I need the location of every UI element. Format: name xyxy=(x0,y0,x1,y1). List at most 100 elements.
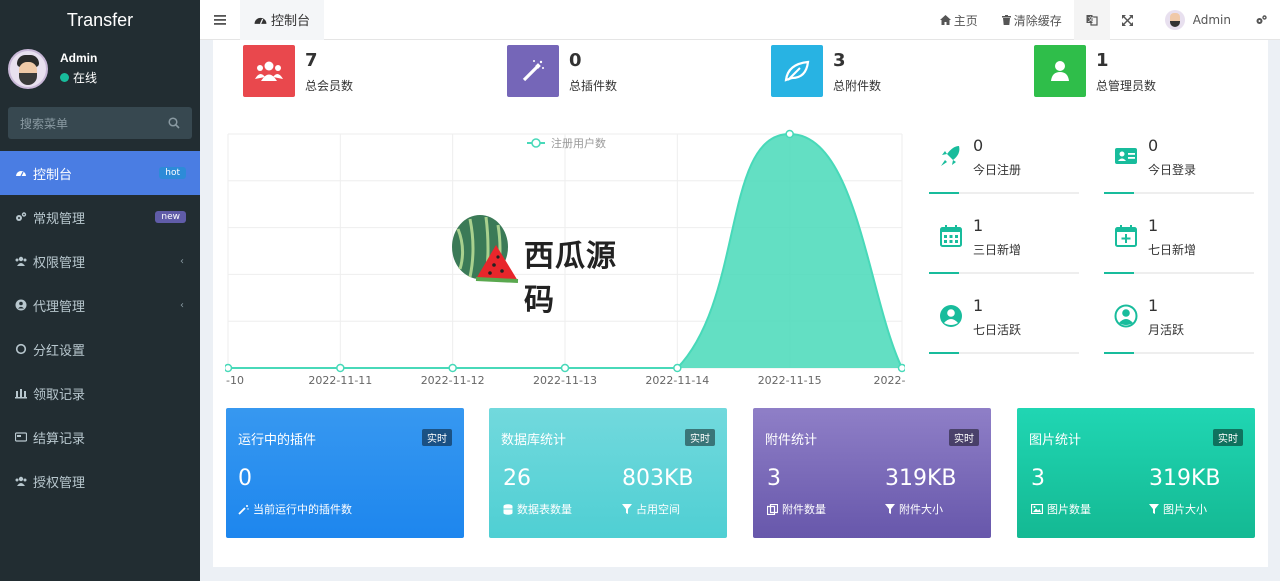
card-attachment-stats: 附件统计 实时 3 319KB 附件数量 附件大小 xyxy=(753,408,991,538)
card-subtitle-secondary: 附件大小 xyxy=(885,501,943,517)
card-value: 3 xyxy=(1031,466,1045,491)
stat-value: 1 xyxy=(1096,50,1109,71)
kpi-divider xyxy=(1104,352,1254,354)
search-placeholder: 搜索菜单 xyxy=(20,116,69,131)
watermark-logo: 西瓜源码 xyxy=(446,209,646,318)
chart-x-tick-label: 2022-11-13 xyxy=(533,374,597,387)
chart-legend-label: 注册用户数 xyxy=(551,136,606,150)
rocket-icon xyxy=(941,146,960,166)
clear-cache-button[interactable]: 清除缓存 xyxy=(990,0,1074,40)
card-title: 图片统计 xyxy=(1029,433,1082,448)
sidebar-item-label: 分红设置 xyxy=(33,343,86,359)
sidebar-item-dashboard[interactable]: 控制台 hot xyxy=(0,151,200,195)
chevron-left-icon: ‹ xyxy=(180,255,184,267)
sidebar-item-label: 控制台 xyxy=(33,167,73,183)
kpi-label: 今日注册 xyxy=(973,163,1022,177)
trash-icon xyxy=(1001,15,1011,25)
chart-point xyxy=(897,363,907,373)
card-value: 26 xyxy=(503,466,531,491)
cogs-icon xyxy=(1256,15,1267,24)
card-image-stats: 图片统计 实时 3 319KB 图片数量 图片大小 xyxy=(1017,408,1255,538)
database-icon xyxy=(503,503,513,515)
fullscreen-button[interactable] xyxy=(1110,0,1145,40)
search-input[interactable]: 搜索菜单 xyxy=(8,107,192,139)
card-value-secondary: 803KB xyxy=(622,466,694,491)
card-subtitle-secondary: 占用空间 xyxy=(622,501,680,517)
watermark-text: 西瓜源码 xyxy=(524,239,617,318)
kpi-seven-day-new: 1 七日新增 xyxy=(1104,212,1254,280)
sidebar-item-claim-records[interactable]: 领取记录 xyxy=(0,371,200,415)
sidebar-item-settlement-records[interactable]: 结算记录 xyxy=(0,415,200,459)
stat-label: 总插件数 xyxy=(569,79,618,93)
copy-icon xyxy=(767,503,778,515)
card-subtitle-text: 附件大小 xyxy=(899,503,943,516)
stat-admins: 1 总管理员数 xyxy=(1034,45,1156,97)
tab-dashboard[interactable]: 控制台 xyxy=(240,0,325,40)
sidebar-item-label: 代理管理 xyxy=(33,299,86,315)
users-icon xyxy=(243,45,295,97)
kpi-label: 月活跃 xyxy=(1148,323,1185,337)
card-subtitle-text: 图片大小 xyxy=(1163,503,1207,516)
calendar-plus-icon xyxy=(1115,225,1137,247)
realtime-badge: 实时 xyxy=(685,429,715,446)
chart-legend-marker xyxy=(531,138,541,148)
settings-button[interactable] xyxy=(1243,0,1280,40)
sidebar-item-label: 常规管理 xyxy=(33,211,86,227)
language-button[interactable]: 文 xyxy=(1073,0,1110,40)
sidebar-item-dividend[interactable]: 分红设置 xyxy=(0,327,200,371)
leaf-icon xyxy=(771,45,823,97)
magic-wand-icon xyxy=(507,45,559,97)
kpi-seven-day-active: 1 七日活跃 xyxy=(929,292,1079,360)
home-label: 主页 xyxy=(953,13,978,28)
card-title: 运行中的插件 xyxy=(238,433,317,448)
menu-toggle-icon[interactable] xyxy=(200,0,240,40)
new-badge: new xyxy=(155,211,186,223)
cogs-icon xyxy=(15,211,27,223)
kpi-label: 七日新增 xyxy=(1148,243,1197,257)
card-database-stats: 数据库统计 实时 26 803KB 数据表数量 占用空间 xyxy=(489,408,727,538)
kpi-today-register: 0 今日注册 xyxy=(929,132,1079,200)
kpi-value: 1 xyxy=(973,216,984,235)
dashboard-icon xyxy=(15,167,27,179)
stat-value: 3 xyxy=(833,50,846,71)
card-value: 3 xyxy=(767,466,781,491)
sidebar-item-permission[interactable]: 权限管理 ‹ xyxy=(0,239,200,283)
kpi-label: 今日登录 xyxy=(1148,163,1197,177)
user-circle-icon xyxy=(15,299,27,311)
stat-label: 总会员数 xyxy=(305,79,354,93)
home-link[interactable]: 主页 xyxy=(928,0,990,40)
kpi-divider xyxy=(929,272,1079,274)
search-icon[interactable] xyxy=(168,117,180,129)
language-icon: 文 xyxy=(1086,15,1098,26)
chart-x-tick-label: 2022-11-14 xyxy=(645,374,709,387)
chart-x-tick-label: 2022-11-11 xyxy=(308,374,372,387)
sidebar-item-authorization[interactable]: 授权管理 xyxy=(0,459,200,503)
id-card-icon xyxy=(1115,148,1137,164)
card-subtitle-text: 附件数量 xyxy=(782,503,826,516)
card-subtitle-text: 数据表数量 xyxy=(517,503,572,516)
kpi-divider xyxy=(1104,192,1254,194)
filter-icon xyxy=(622,504,632,514)
sidebar-item-general[interactable]: 常规管理 new xyxy=(0,195,200,239)
card-subtitle: 图片数量 xyxy=(1031,501,1091,517)
chart-x-tick-label: 2022-11-12 xyxy=(421,374,485,387)
stat-label: 总管理员数 xyxy=(1096,79,1157,93)
kpi-value: 0 xyxy=(1148,136,1159,155)
kpi-monthly-active: 1 月活跃 xyxy=(1104,292,1254,360)
stat-attachments: 3 总附件数 xyxy=(771,45,881,97)
chart-x-tick-label: 2022-11-1 xyxy=(874,374,905,387)
kpi-value: 1 xyxy=(1148,216,1159,235)
chart-point xyxy=(336,363,345,373)
sidebar-item-agent[interactable]: 代理管理 ‹ xyxy=(0,283,200,327)
card-subtitle-text: 当前运行中的插件数 xyxy=(253,503,352,516)
chart-point xyxy=(560,363,570,373)
sidebar-item-label: 授权管理 xyxy=(33,475,86,491)
user-name: Admin xyxy=(60,51,98,65)
user-menu[interactable]: Admin xyxy=(1145,0,1243,40)
kpi-divider xyxy=(1104,272,1254,274)
kpi-three-day-new: 1 三日新增 xyxy=(929,212,1079,280)
app-brand[interactable]: Transfer xyxy=(0,0,200,40)
hot-badge: hot xyxy=(159,167,186,179)
stat-value: 0 xyxy=(569,50,582,71)
chart-point xyxy=(223,363,233,373)
